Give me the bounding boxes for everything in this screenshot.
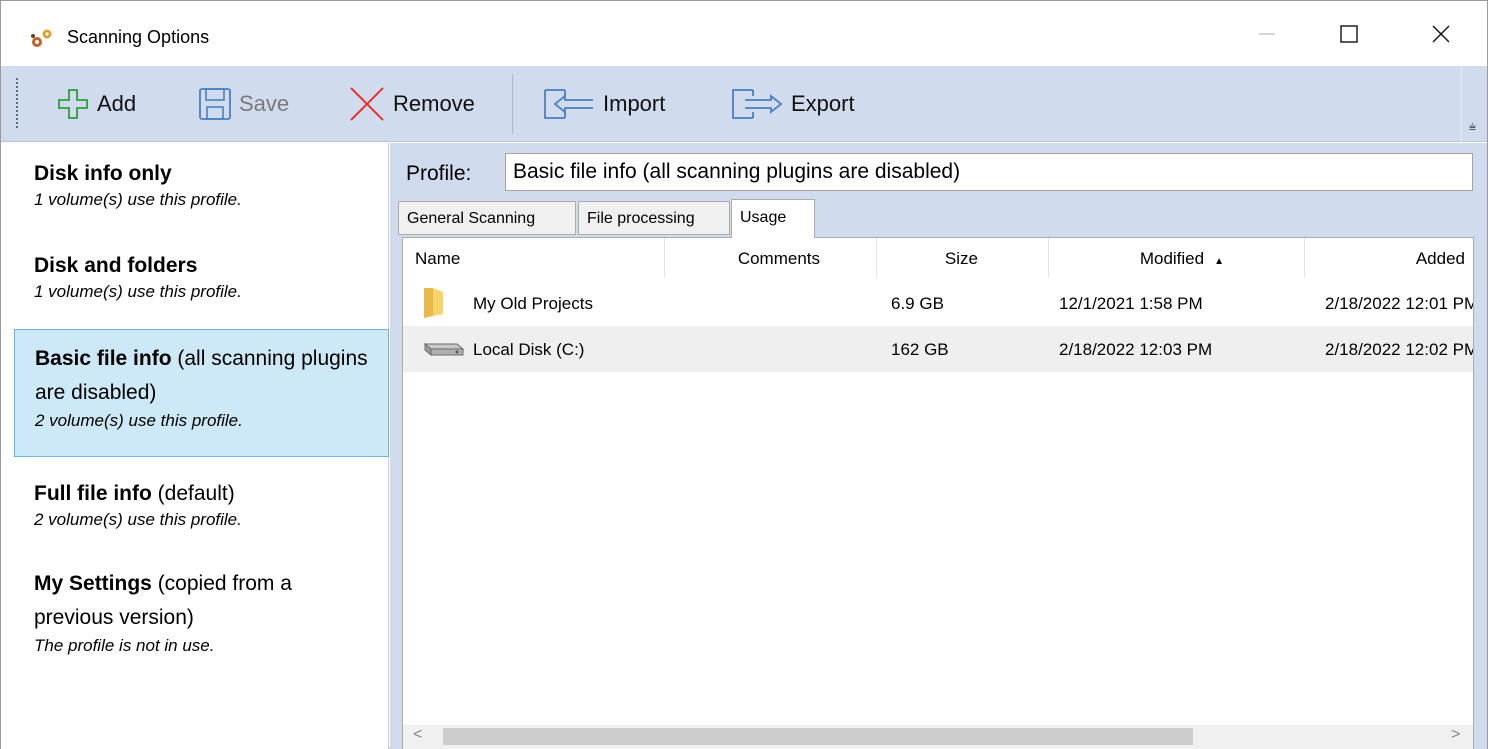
toolbar-overflow-button[interactable]: ⩧ — [1461, 66, 1487, 142]
toolbar: Add Save Remove Import Export ⩧ — [1, 66, 1487, 142]
scroll-right-icon[interactable]: > — [1451, 726, 1460, 744]
horizontal-scrollbar[interactable]: < > — [403, 725, 1473, 749]
usage-list-view[interactable]: Name Comments Size Modified ▲ Added My Ol… — [402, 237, 1474, 749]
row-modified: 2/18/2022 12:03 PM — [1059, 340, 1213, 359]
profile-name: Disk and folders — [34, 254, 198, 277]
column-header-modified[interactable]: Modified ▲ — [1049, 238, 1305, 278]
import-label: Import — [603, 91, 666, 116]
window-title: Scanning Options — [67, 27, 210, 47]
row-name: Local Disk (C:) — [473, 340, 585, 359]
drive-icon — [423, 342, 465, 357]
toolbar-separator — [512, 74, 513, 134]
close-icon — [1432, 25, 1450, 42]
overflow-chevron-icon: ⩧ — [1469, 120, 1477, 134]
table-row[interactable]: My Old Projects 6.9 GB 12/1/2021 1:58 PM… — [403, 280, 1473, 326]
profile-item-disk-and-folders[interactable]: Disk and folders 1 volume(s) use this pr… — [14, 251, 389, 303]
export-icon — [732, 89, 783, 119]
toolbar-grip[interactable] — [16, 78, 18, 130]
column-header-added[interactable]: Added — [1305, 238, 1473, 278]
profile-name-input[interactable] — [505, 153, 1473, 191]
row-added: 2/18/2022 12:01 PM — [1325, 294, 1473, 313]
app-gears-icon — [31, 29, 52, 47]
row-size: 162 GB — [891, 340, 949, 359]
table-row[interactable]: Local Disk (C:) 162 GB 2/18/2022 12:03 P… — [403, 326, 1473, 372]
row-modified: 12/1/2021 1:58 PM — [1059, 294, 1203, 313]
tab-general-scanning[interactable]: General Scanning — [398, 201, 576, 235]
profile-item-disk-info-only[interactable]: Disk info only 1 volume(s) use this prof… — [14, 159, 389, 211]
modified-header-label: Modified — [1139, 249, 1205, 268]
remove-icon — [350, 87, 384, 121]
save-button[interactable]: Save — [197, 80, 289, 128]
row-size: 6.9 GB — [891, 294, 944, 313]
import-button[interactable]: Import — [543, 80, 665, 128]
minimize-button[interactable] — [1221, 1, 1313, 66]
scrollbar-thumb[interactable] — [443, 728, 1193, 745]
profile-usage: 2 volume(s) use this profile. — [34, 510, 242, 529]
sort-ascending-icon: ▲ — [1214, 256, 1224, 267]
profile-item-my-settings[interactable]: My Settings (copied from a previous vers… — [14, 567, 389, 657]
remove-label: Remove — [393, 91, 475, 116]
folder-icon — [424, 288, 443, 318]
tab-usage[interactable]: Usage — [731, 199, 815, 238]
profile-item-full-file-info[interactable]: Full file info (default) 2 volume(s) use… — [14, 479, 389, 531]
add-icon — [58, 89, 88, 119]
column-header-comments[interactable]: Comments — [665, 238, 877, 278]
save-label: Save — [239, 91, 290, 116]
profile-name: Disk info only — [34, 162, 172, 185]
row-added: 2/18/2022 12:02 PM — [1325, 340, 1473, 359]
add-label: Add — [97, 91, 137, 116]
list-header: Name Comments Size Modified ▲ Added — [403, 238, 1473, 278]
scanning-options-window: Scanning Options Add Save Remove Import … — [0, 0, 1488, 749]
remove-button[interactable]: Remove — [347, 80, 475, 128]
export-label: Export — [791, 91, 855, 116]
profile-usage: The profile is not in use. — [34, 636, 215, 655]
profile-usage: 2 volume(s) use this profile. — [35, 411, 243, 430]
tab-file-processing[interactable]: File processing — [578, 201, 730, 235]
profile-label: Profile: — [406, 162, 472, 185]
profile-list: Disk info only 1 volume(s) use this prof… — [1, 143, 389, 749]
profile-name: Full file info — [34, 482, 152, 505]
add-button[interactable]: Add — [55, 80, 136, 128]
profile-usage: 1 volume(s) use this profile. — [34, 282, 242, 301]
profile-usage: 1 volume(s) use this profile. — [34, 190, 242, 209]
maximize-icon — [1340, 24, 1358, 43]
profile-name: Basic file info — [35, 347, 172, 370]
scroll-left-icon[interactable]: < — [413, 726, 422, 744]
export-button[interactable]: Export — [729, 80, 855, 128]
column-header-size[interactable]: Size — [877, 238, 1049, 278]
minimize-icon — [1259, 32, 1275, 35]
profile-editor: Profile: General Scanning File processin… — [390, 143, 1487, 749]
close-button[interactable] — [1395, 1, 1487, 66]
row-name: My Old Projects — [473, 294, 593, 313]
column-header-name[interactable]: Name — [403, 238, 665, 278]
title-bar: Scanning Options — [1, 1, 1487, 66]
import-icon — [544, 89, 593, 119]
profile-item-basic-file-info[interactable]: Basic file info (all scanning plugins ar… — [14, 329, 389, 457]
profile-name: My Settings — [34, 572, 152, 595]
profile-suffix: (default) — [151, 482, 235, 505]
maximize-button[interactable] — [1303, 1, 1395, 66]
save-icon — [199, 88, 231, 120]
